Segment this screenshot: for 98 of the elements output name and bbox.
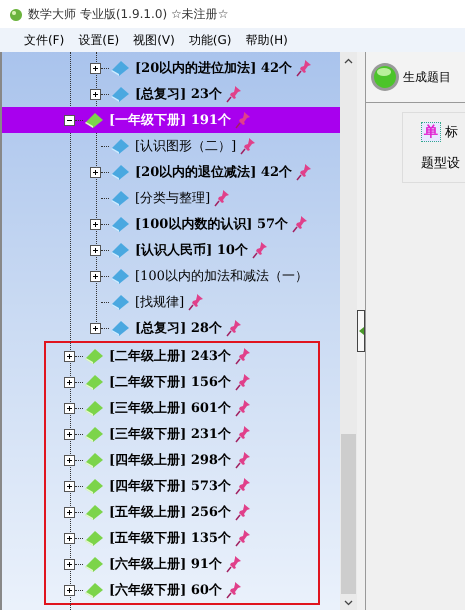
book-icon <box>83 373 105 391</box>
book-icon <box>109 85 131 103</box>
book-icon <box>109 267 131 285</box>
tree-item[interactable]: [三年级上册] 601个 <box>109 399 231 417</box>
tree-item[interactable]: [100以内的加法和减法（一） <box>135 267 308 285</box>
book-icon <box>83 425 105 443</box>
expand-icon[interactable] <box>90 270 101 282</box>
expand-icon[interactable] <box>64 532 75 544</box>
splitter-handle[interactable] <box>357 310 365 352</box>
tree-item[interactable]: [分类与整理] <box>135 189 210 207</box>
menu-item[interactable]: 视图(V) <box>133 32 175 48</box>
book-icon <box>109 137 131 155</box>
pushpin-icon <box>234 477 251 495</box>
menu-item[interactable]: 设置(E) <box>78 32 120 48</box>
book-icon <box>83 451 105 469</box>
book-icon <box>83 503 105 521</box>
pushpin-icon <box>234 451 251 469</box>
expand-icon[interactable] <box>64 350 75 362</box>
book-icon <box>83 529 105 547</box>
scroll-down-icon[interactable] <box>344 600 353 606</box>
tree-item[interactable]: [20以内的进位加法] 42个 <box>135 59 292 77</box>
expand-icon[interactable] <box>64 558 75 570</box>
book-icon <box>109 293 131 311</box>
menu-item[interactable]: 帮助(H) <box>245 32 288 48</box>
expand-icon[interactable] <box>90 244 101 256</box>
book-icon <box>109 241 131 259</box>
book-icon <box>83 555 105 573</box>
book-icon <box>109 215 131 233</box>
type-settings-label: 题型设 <box>421 155 461 172</box>
pushpin-icon <box>234 347 251 365</box>
pushpin-icon <box>240 137 256 155</box>
tree-item[interactable]: [总复习] 23个 <box>135 85 222 103</box>
tree-item[interactable]: [总复习] 28个 <box>135 319 222 337</box>
expand-icon[interactable] <box>64 584 75 596</box>
expand-icon[interactable] <box>64 402 75 414</box>
book-icon <box>83 399 105 417</box>
tree-item[interactable]: [六年级下册] 60个 <box>109 581 222 599</box>
tree-item[interactable]: [100以内数的认识] 57个 <box>135 215 288 233</box>
pushpin-icon <box>226 85 242 103</box>
collapse-icon[interactable] <box>64 114 75 126</box>
scroll-up-icon[interactable] <box>344 58 353 64</box>
pushpin-icon <box>292 215 308 233</box>
pushpin-icon <box>226 319 242 337</box>
book-icon <box>83 581 105 599</box>
pushpin-icon <box>214 189 230 207</box>
window-title: 数学大师 专业版(1.9.1.0) ☆未注册☆ <box>28 6 228 22</box>
scrollbar[interactable] <box>340 52 357 610</box>
expand-icon[interactable] <box>64 480 75 492</box>
book-icon <box>109 163 131 181</box>
pushpin-icon <box>234 529 251 547</box>
tree-item[interactable]: [五年级上册] 256个 <box>109 503 231 521</box>
pushpin-icon <box>234 399 251 417</box>
pushpin-icon <box>226 581 242 599</box>
generate-button[interactable]: 生成题目 <box>370 62 451 92</box>
book-icon <box>109 319 131 337</box>
selected-row[interactable]: [一年级下册] 191个 <box>2 107 340 133</box>
tree-item[interactable]: [四年级上册] 298个 <box>109 451 231 469</box>
tree-item[interactable]: [一年级下册] 191个 <box>109 111 231 129</box>
pushpin-icon <box>234 503 251 521</box>
pushpin-icon <box>234 373 251 391</box>
pushpin-icon <box>188 293 204 311</box>
book-icon <box>83 347 105 365</box>
pushpin-icon <box>296 59 312 77</box>
tree-item[interactable]: [四年级下册] 573个 <box>109 477 231 495</box>
book-icon <box>109 59 131 77</box>
pushpin-icon <box>234 425 251 443</box>
book-icon <box>83 111 105 129</box>
pushpin-icon <box>226 555 242 573</box>
single-choice-badge: 单 <box>421 122 441 142</box>
tree-item[interactable]: [找规律] <box>135 293 184 311</box>
expand-icon[interactable] <box>90 218 101 230</box>
expand-icon[interactable] <box>64 428 75 440</box>
book-icon <box>83 477 105 495</box>
expand-icon[interactable] <box>90 62 101 74</box>
title-label: 标 <box>445 124 458 141</box>
tree-item[interactable]: [六年级上册] 91个 <box>109 555 222 573</box>
expand-icon[interactable] <box>64 506 75 518</box>
expand-icon[interactable] <box>90 166 101 178</box>
expand-icon[interactable] <box>64 376 75 388</box>
book-icon <box>109 189 131 207</box>
tree-item[interactable]: [五年级下册] 135个 <box>109 529 231 547</box>
expand-icon[interactable] <box>90 322 101 334</box>
tree-item[interactable]: [二年级下册] 156个 <box>109 373 231 391</box>
pushpin-icon <box>252 241 268 259</box>
expand-icon[interactable] <box>64 454 75 466</box>
tree-item[interactable]: [二年级上册] 243个 <box>109 347 231 365</box>
orb-icon <box>370 62 400 92</box>
tree-item[interactable]: [认识人民币] 10个 <box>135 241 248 259</box>
pushpin-icon <box>296 163 312 181</box>
menu-item[interactable]: 功能(G) <box>188 32 232 48</box>
tree-item[interactable]: [认识图形（二）] <box>135 137 236 155</box>
scroll-thumb[interactable] <box>341 434 356 594</box>
app-icon <box>8 6 24 22</box>
tree-item[interactable]: [20以内的退位减法] 42个 <box>135 163 292 181</box>
menu-item[interactable]: 文件(F) <box>24 32 64 48</box>
expand-icon[interactable] <box>90 88 101 100</box>
tree-item[interactable]: [三年级下册] 231个 <box>109 425 231 443</box>
pushpin-icon <box>234 111 251 129</box>
